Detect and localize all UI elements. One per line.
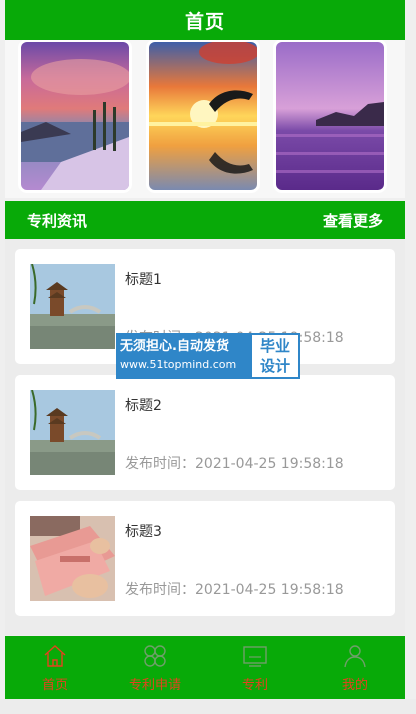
section-title: 专利资讯 [27, 211, 88, 230]
tab-home[interactable]: 首页 [5, 636, 105, 699]
tab-label: 专利申请 [128, 678, 181, 693]
dolphin-sunset-image [149, 42, 257, 190]
article-publish-time: 发布时间：2021-04-25 19:58:18 [125, 456, 344, 472]
carousel-slide-sunset-lake[interactable] [21, 42, 129, 190]
tab-label: 专利 [241, 678, 268, 693]
watermark-text-block: 无须担心.自动发货 www.51topmind.com [116, 333, 250, 379]
banner-carousel[interactable] [5, 40, 405, 198]
app-page: 首页 专利资讯 查看更多 标题1 19:58:18 标题2 发布时间：2021-… [0, 0, 416, 714]
watermark-line2: www.51topmind.com [120, 358, 237, 371]
watermark-side2: 设计 [259, 357, 290, 375]
article-publish-time: 发布时间：2021-04-25 19:58:18 [125, 582, 344, 598]
watermark-side-block: 毕业 设计 [250, 333, 300, 379]
article-card[interactable]: 标题3 发布时间：2021-04-25 19:58:18 [15, 501, 395, 616]
tab-label: 首页 [41, 678, 68, 693]
watermark-line1: 无须担心.自动发货 [120, 339, 229, 354]
article-list: 标题1 发布时间：2021-04-25 19:58:18 标题2 发布时间：20… [5, 239, 405, 635]
article-card[interactable]: 标题2 发布时间：2021-04-25 19:58:18 [15, 375, 395, 490]
section-header: 专利资讯 查看更多 [5, 201, 405, 239]
bottom-tab-bar: 首页 专利申请 专利 我的 [5, 636, 405, 699]
watermark-badge: 无须担心.自动发货 www.51topmind.com 毕业 设计 [116, 333, 300, 379]
bottom-safe-area [0, 699, 416, 714]
article-thumbnail [30, 516, 115, 601]
article-title: 标题2 [125, 398, 162, 414]
carousel-slide-dolphin-sunset[interactable] [149, 42, 257, 190]
tab-label: 我的 [341, 678, 368, 693]
article-thumbnail [30, 264, 115, 349]
watermark-side1: 毕业 [259, 337, 290, 355]
money-image [30, 516, 115, 601]
clover-icon [144, 645, 166, 667]
view-more-link[interactable]: 查看更多 [323, 210, 383, 231]
page-title: 首页 [184, 10, 225, 33]
tab-patent-application[interactable]: 专利申请 [105, 636, 205, 699]
tab-mine[interactable]: 我的 [305, 636, 405, 699]
article-thumbnail [30, 390, 115, 475]
tab-patent[interactable]: 专利 [205, 636, 305, 699]
pagoda-image [30, 264, 115, 349]
user-icon [344, 645, 366, 668]
carousel-slide-purple-sea[interactable] [276, 42, 384, 190]
article-title: 标题3 [125, 524, 162, 540]
top-navigation-bar: 首页 [5, 0, 405, 40]
purple-sea-image [276, 42, 384, 190]
article-title: 标题1 [125, 272, 162, 288]
home-icon [44, 645, 66, 667]
pagoda-image [30, 390, 115, 475]
sunset-lake-image [21, 42, 129, 190]
monitor-icon [243, 646, 267, 667]
